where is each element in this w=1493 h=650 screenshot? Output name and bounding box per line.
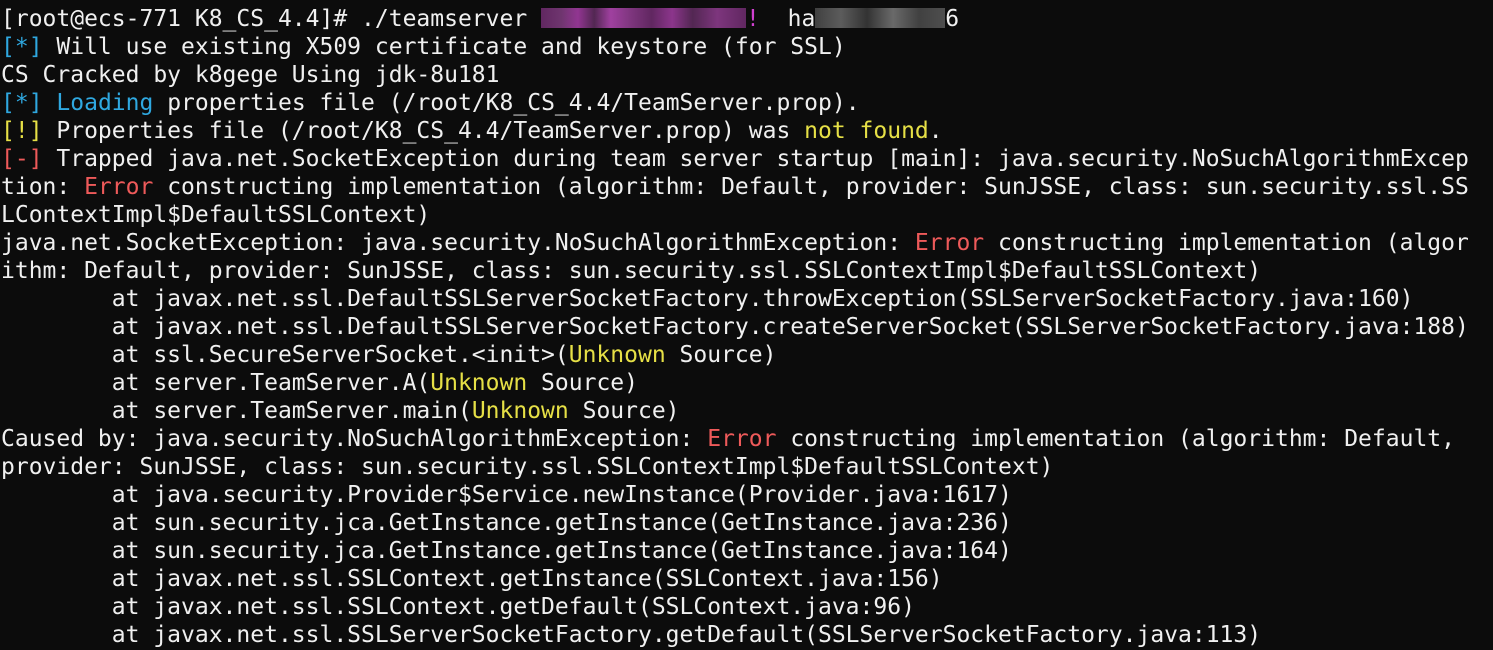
output-text: at javax.net.ssl.DefaultSSLServerSocketF… <box>1 286 1414 312</box>
output-text: 6 <box>945 6 960 32</box>
terminal-line: [*] Loading properties file (/root/K8_CS… <box>1 89 1493 117</box>
output-text: ha <box>759 6 816 32</box>
warning-marker: [!] <box>1 118 43 144</box>
error-text: Error <box>84 174 154 200</box>
command-prompt-line: [root@ecs-771 K8_CS_4.4]# ./teamserver !… <box>1 5 1493 33</box>
output-text: at server.TeamServer.A( <box>1 370 431 396</box>
output-text: constructing implementation (algor <box>984 230 1469 256</box>
output-text: ithm: Default, provider: SunJSSE, class:… <box>1 258 1262 284</box>
output-text: CS Cracked by k8gege Using jdk-8u181 <box>1 62 500 88</box>
output-text: [root@ecs-771 K8_CS_4.4]# ./teamserver <box>1 6 542 32</box>
terminal-line: ithm: Default, provider: SunJSSE, class:… <box>1 257 1493 285</box>
terminal-line: [-] Trapped java.net.SocketException dur… <box>1 145 1493 173</box>
terminal-line: provider: SunJSSE, class: sun.security.s… <box>1 453 1493 481</box>
info-marker: Loading <box>56 90 154 116</box>
output-text: at ssl.SecureServerSocket.<init>( <box>1 342 569 368</box>
output-text: at javax.net.ssl.SSLContext.getDefault(S… <box>1 594 915 620</box>
output-text: Source) <box>568 398 680 424</box>
terminal-line: at javax.net.ssl.SSLContext.getDefault(S… <box>1 593 1493 621</box>
output-text: at sun.security.jca.GetInstance.getInsta… <box>1 510 1012 536</box>
output-text: at javax.net.ssl.SSLContext.getInstance(… <box>1 566 943 592</box>
output-text: constructing implementation (algorithm: … <box>776 426 1455 452</box>
output-text: tion: <box>1 174 85 200</box>
output-text: Source) <box>527 370 638 396</box>
terminal-line: at sun.security.jca.GetInstance.getInsta… <box>1 537 1493 565</box>
terminal-line: [*] Will use existing X509 certificate a… <box>1 33 1493 61</box>
terminal-line: at javax.net.ssl.DefaultSSLServerSocketF… <box>1 313 1493 341</box>
highlight-text: not found <box>804 118 929 144</box>
terminal-line: at java.security.Provider$Service.newIns… <box>1 481 1493 509</box>
terminal-line: LContextImpl$DefaultSSLContext) <box>1 201 1493 229</box>
terminal-line: at server.TeamServer.main(Unknown Source… <box>1 397 1493 425</box>
output-text: at server.TeamServer.main( <box>1 398 472 424</box>
output-text: java.net.SocketException: java.security.… <box>1 230 915 256</box>
terminal-line: java.net.SocketException: java.security.… <box>1 229 1493 257</box>
output-text: at javax.net.ssl.DefaultSSLServerSocketF… <box>1 314 1469 340</box>
terminal-line: at javax.net.ssl.SSLContext.getInstance(… <box>1 565 1493 593</box>
highlight-text: Unknown <box>471 398 569 424</box>
terminal-line: at javax.net.ssl.SSLServerSocketFactory.… <box>1 621 1493 649</box>
terminal-line: [!] Properties file (/root/K8_CS_4.4/Tea… <box>1 117 1493 145</box>
highlight-text: Unknown <box>430 370 528 396</box>
terminal-line: tion: Error constructing implementation … <box>1 173 1493 201</box>
output-text: Source) <box>665 342 777 368</box>
output-text: . <box>928 118 943 144</box>
output-text: properties file (/root/K8_CS_4.4/TeamSer… <box>153 90 860 116</box>
output-text: at java.security.Provider$Service.newIns… <box>1 482 1012 508</box>
redacted-text <box>541 8 747 28</box>
terminal-line: at ssl.SecureServerSocket.<init>(Unknown… <box>1 341 1493 369</box>
output-text: Trapped java.net.SocketException during … <box>42 146 1469 172</box>
output-text: constructing implementation (algorithm: … <box>153 174 1469 200</box>
terminal-window[interactable]: [root@ecs-771 K8_CS_4.4]# ./teamserver !… <box>0 0 1493 650</box>
output-text: Will use existing X509 certificate and k… <box>42 34 846 60</box>
terminal-output: [root@ecs-771 K8_CS_4.4]# ./teamserver !… <box>1 5 1493 649</box>
highlight-text: Unknown <box>568 342 666 368</box>
prompt-text: ! <box>746 6 760 32</box>
info-marker: [*] <box>1 90 43 116</box>
terminal-line: CS Cracked by k8gege Using jdk-8u181 <box>1 61 1493 89</box>
error-text: Error <box>707 426 777 452</box>
output-text: provider: SunJSSE, class: sun.security.s… <box>1 454 1054 480</box>
output-text: Properties file (/root/K8_CS_4.4/TeamSer… <box>42 118 805 144</box>
error-text: Error <box>914 230 985 256</box>
terminal-line: at javax.net.ssl.DefaultSSLServerSocketF… <box>1 285 1493 313</box>
output-text: LContextImpl$DefaultSSLContext) <box>1 202 431 228</box>
terminal-line: Caused by: java.security.NoSuchAlgorithm… <box>1 425 1493 453</box>
output-text: Caused by: java.security.NoSuchAlgorithm… <box>1 426 708 452</box>
output-text: at javax.net.ssl.SSLServerSocketFactory.… <box>1 622 1262 648</box>
terminal-line: at sun.security.jca.GetInstance.getInsta… <box>1 509 1493 537</box>
info-marker: [*] <box>1 34 43 60</box>
error-text: [-] <box>1 146 43 172</box>
redacted-text <box>815 8 946 28</box>
output-text: at sun.security.jca.GetInstance.getInsta… <box>1 538 1012 564</box>
terminal-line: at server.TeamServer.A(Unknown Source) <box>1 369 1493 397</box>
